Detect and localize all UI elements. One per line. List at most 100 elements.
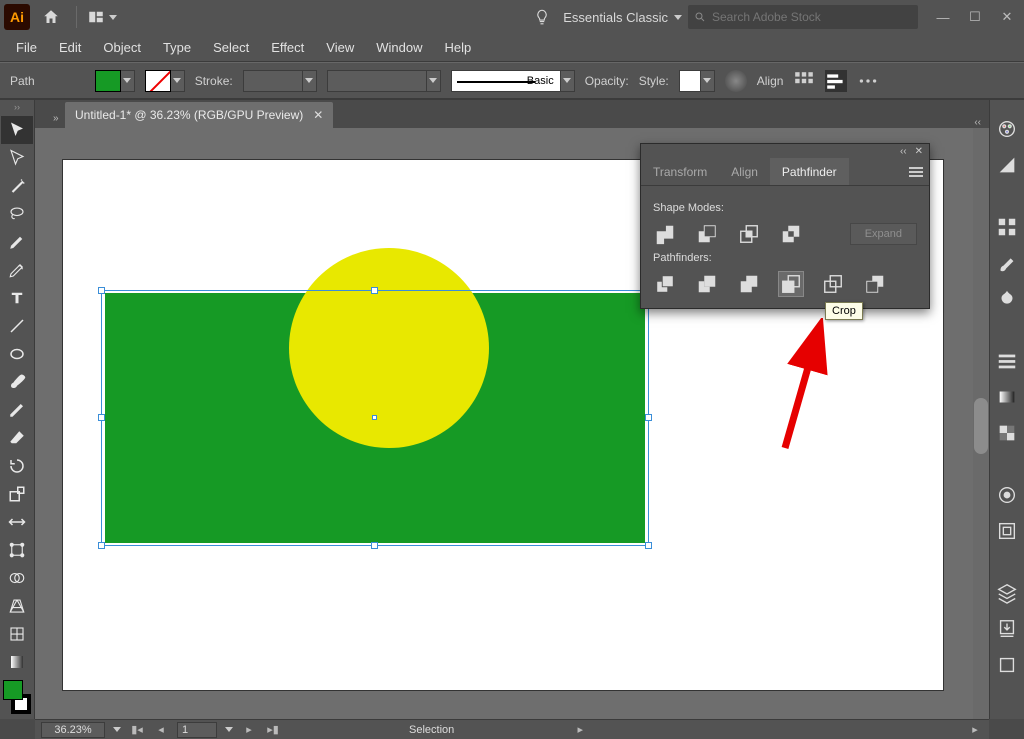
menu-file[interactable]: File — [6, 36, 47, 59]
gradient-panel-icon[interactable] — [996, 386, 1018, 408]
divide-icon[interactable] — [653, 272, 677, 296]
brushes-icon[interactable] — [996, 252, 1018, 274]
first-artboard-icon[interactable]: ▮◂ — [129, 722, 145, 738]
symbols-icon[interactable] — [996, 288, 1018, 310]
more-options-icon[interactable] — [857, 70, 879, 92]
handle-mid-right[interactable] — [645, 414, 652, 421]
vertical-scrollbar[interactable] — [973, 128, 989, 719]
panel-menu-icon[interactable] — [903, 166, 929, 178]
paintbrush-tool[interactable] — [1, 368, 33, 396]
close-button[interactable]: ✕ — [994, 7, 1020, 27]
curvature-tool[interactable] — [1, 256, 33, 284]
scroll-thumb[interactable] — [974, 398, 988, 454]
search-adobe-stock[interactable] — [688, 5, 918, 29]
menu-type[interactable]: Type — [153, 36, 201, 59]
free-transform-tool[interactable] — [1, 536, 33, 564]
panel-collapse-icon[interactable]: ‹‹ — [966, 117, 989, 128]
toolbox-grip-icon[interactable]: ›› — [0, 102, 34, 116]
layers-icon[interactable] — [996, 582, 1018, 604]
artboard-number[interactable]: 1 — [177, 722, 217, 738]
perspective-tool[interactable] — [1, 592, 33, 620]
lasso-tool[interactable] — [1, 200, 33, 228]
zoom-dropdown-icon[interactable] — [113, 727, 121, 732]
width-tool[interactable] — [1, 508, 33, 536]
last-artboard-icon[interactable]: ▸▮ — [265, 722, 281, 738]
tab-align[interactable]: Align — [719, 158, 770, 185]
artboards-icon[interactable] — [996, 654, 1018, 676]
tabstrip-expand-icon[interactable]: » — [51, 109, 65, 128]
crop-icon[interactable] — [779, 272, 803, 296]
menu-edit[interactable]: Edit — [49, 36, 91, 59]
brush-def[interactable]: Basic — [451, 70, 575, 92]
maximize-button[interactable]: ☐ — [962, 7, 988, 27]
handle-top-mid[interactable] — [371, 287, 378, 294]
search-input[interactable] — [712, 10, 912, 24]
handle-top-left[interactable] — [98, 287, 105, 294]
var-width-profile[interactable] — [327, 70, 441, 92]
color-guide-icon[interactable] — [996, 154, 1018, 176]
artboard-dropdown-icon[interactable] — [225, 727, 233, 732]
direct-selection-tool[interactable] — [1, 144, 33, 172]
hscroll-right-icon[interactable]: ▸ — [967, 722, 983, 738]
menu-window[interactable]: Window — [366, 36, 432, 59]
appearance-icon[interactable] — [996, 484, 1018, 506]
merge-icon[interactable] — [737, 272, 761, 296]
workspace-switcher[interactable]: Essentials Classic — [557, 7, 688, 28]
trim-icon[interactable] — [695, 272, 719, 296]
stroke-dropdown-icon[interactable] — [171, 70, 185, 92]
exclude-icon[interactable] — [779, 222, 803, 246]
fill-dropdown-icon[interactable] — [121, 70, 135, 92]
handle-bot-mid[interactable] — [371, 542, 378, 549]
shape-builder-tool[interactable] — [1, 564, 33, 592]
handle-bot-left[interactable] — [98, 542, 105, 549]
close-tab-icon[interactable]: ✕ — [313, 108, 323, 122]
eraser-tool[interactable] — [1, 424, 33, 452]
rotate-tool[interactable] — [1, 452, 33, 480]
line-tool[interactable] — [1, 312, 33, 340]
panel-close-icon[interactable]: ✕ — [915, 146, 923, 157]
canvas[interactable]: ‹‹ ✕ Transform Align Pathfinder Shape Mo… — [35, 128, 989, 719]
handle-bot-right[interactable] — [645, 542, 652, 549]
stroke-panel-icon[interactable] — [996, 350, 1018, 372]
selection-bounding-box[interactable] — [101, 290, 649, 546]
rectangle-tool[interactable] — [1, 340, 33, 368]
color-panel-icon[interactable] — [996, 118, 1018, 140]
panel-collapse-icon[interactable]: ‹‹ — [900, 146, 907, 157]
tab-transform[interactable]: Transform — [641, 158, 719, 185]
gradient-tool[interactable] — [1, 648, 33, 676]
zoom-level[interactable]: 36.23% — [41, 722, 105, 738]
graphic-style[interactable] — [679, 70, 715, 92]
document-tab[interactable]: Untitled-1* @ 36.23% (RGB/GPU Preview) ✕ — [65, 102, 333, 128]
handle-center[interactable] — [372, 415, 377, 420]
magic-wand-tool[interactable] — [1, 172, 33, 200]
swatches-icon[interactable] — [996, 216, 1018, 238]
minus-back-icon[interactable] — [863, 272, 887, 296]
prev-artboard-icon[interactable]: ◂ — [153, 722, 169, 738]
menu-effect[interactable]: Effect — [261, 36, 314, 59]
graphic-styles-icon[interactable] — [996, 520, 1018, 542]
fill-stroke-swatch[interactable] — [1, 678, 33, 716]
asset-export-icon[interactable] — [996, 618, 1018, 640]
type-tool[interactable] — [1, 284, 33, 312]
minimize-button[interactable]: — — [930, 7, 956, 27]
transform-panel-icon[interactable] — [825, 70, 847, 92]
menu-view[interactable]: View — [316, 36, 364, 59]
recolor-icon[interactable] — [725, 70, 747, 92]
tab-pathfinder[interactable]: Pathfinder — [770, 158, 849, 185]
selection-tool[interactable] — [1, 116, 33, 144]
outline-icon[interactable] — [821, 272, 845, 296]
pathfinder-panel[interactable]: ‹‹ ✕ Transform Align Pathfinder Shape Mo… — [640, 143, 930, 309]
arrange-docs-icon[interactable] — [87, 2, 117, 32]
next-artboard-icon[interactable]: ▸ — [241, 722, 257, 738]
menu-object[interactable]: Object — [93, 36, 151, 59]
status-play-icon[interactable]: ▸ — [572, 722, 588, 738]
stroke-swatch[interactable] — [145, 70, 185, 92]
transparency-icon[interactable] — [996, 422, 1018, 444]
pen-tool[interactable] — [1, 228, 33, 256]
minus-front-icon[interactable] — [695, 222, 719, 246]
fill-swatch[interactable] — [95, 70, 135, 92]
home-icon[interactable] — [36, 2, 66, 32]
scale-tool[interactable] — [1, 480, 33, 508]
menu-help[interactable]: Help — [434, 36, 481, 59]
unite-icon[interactable] — [653, 222, 677, 246]
